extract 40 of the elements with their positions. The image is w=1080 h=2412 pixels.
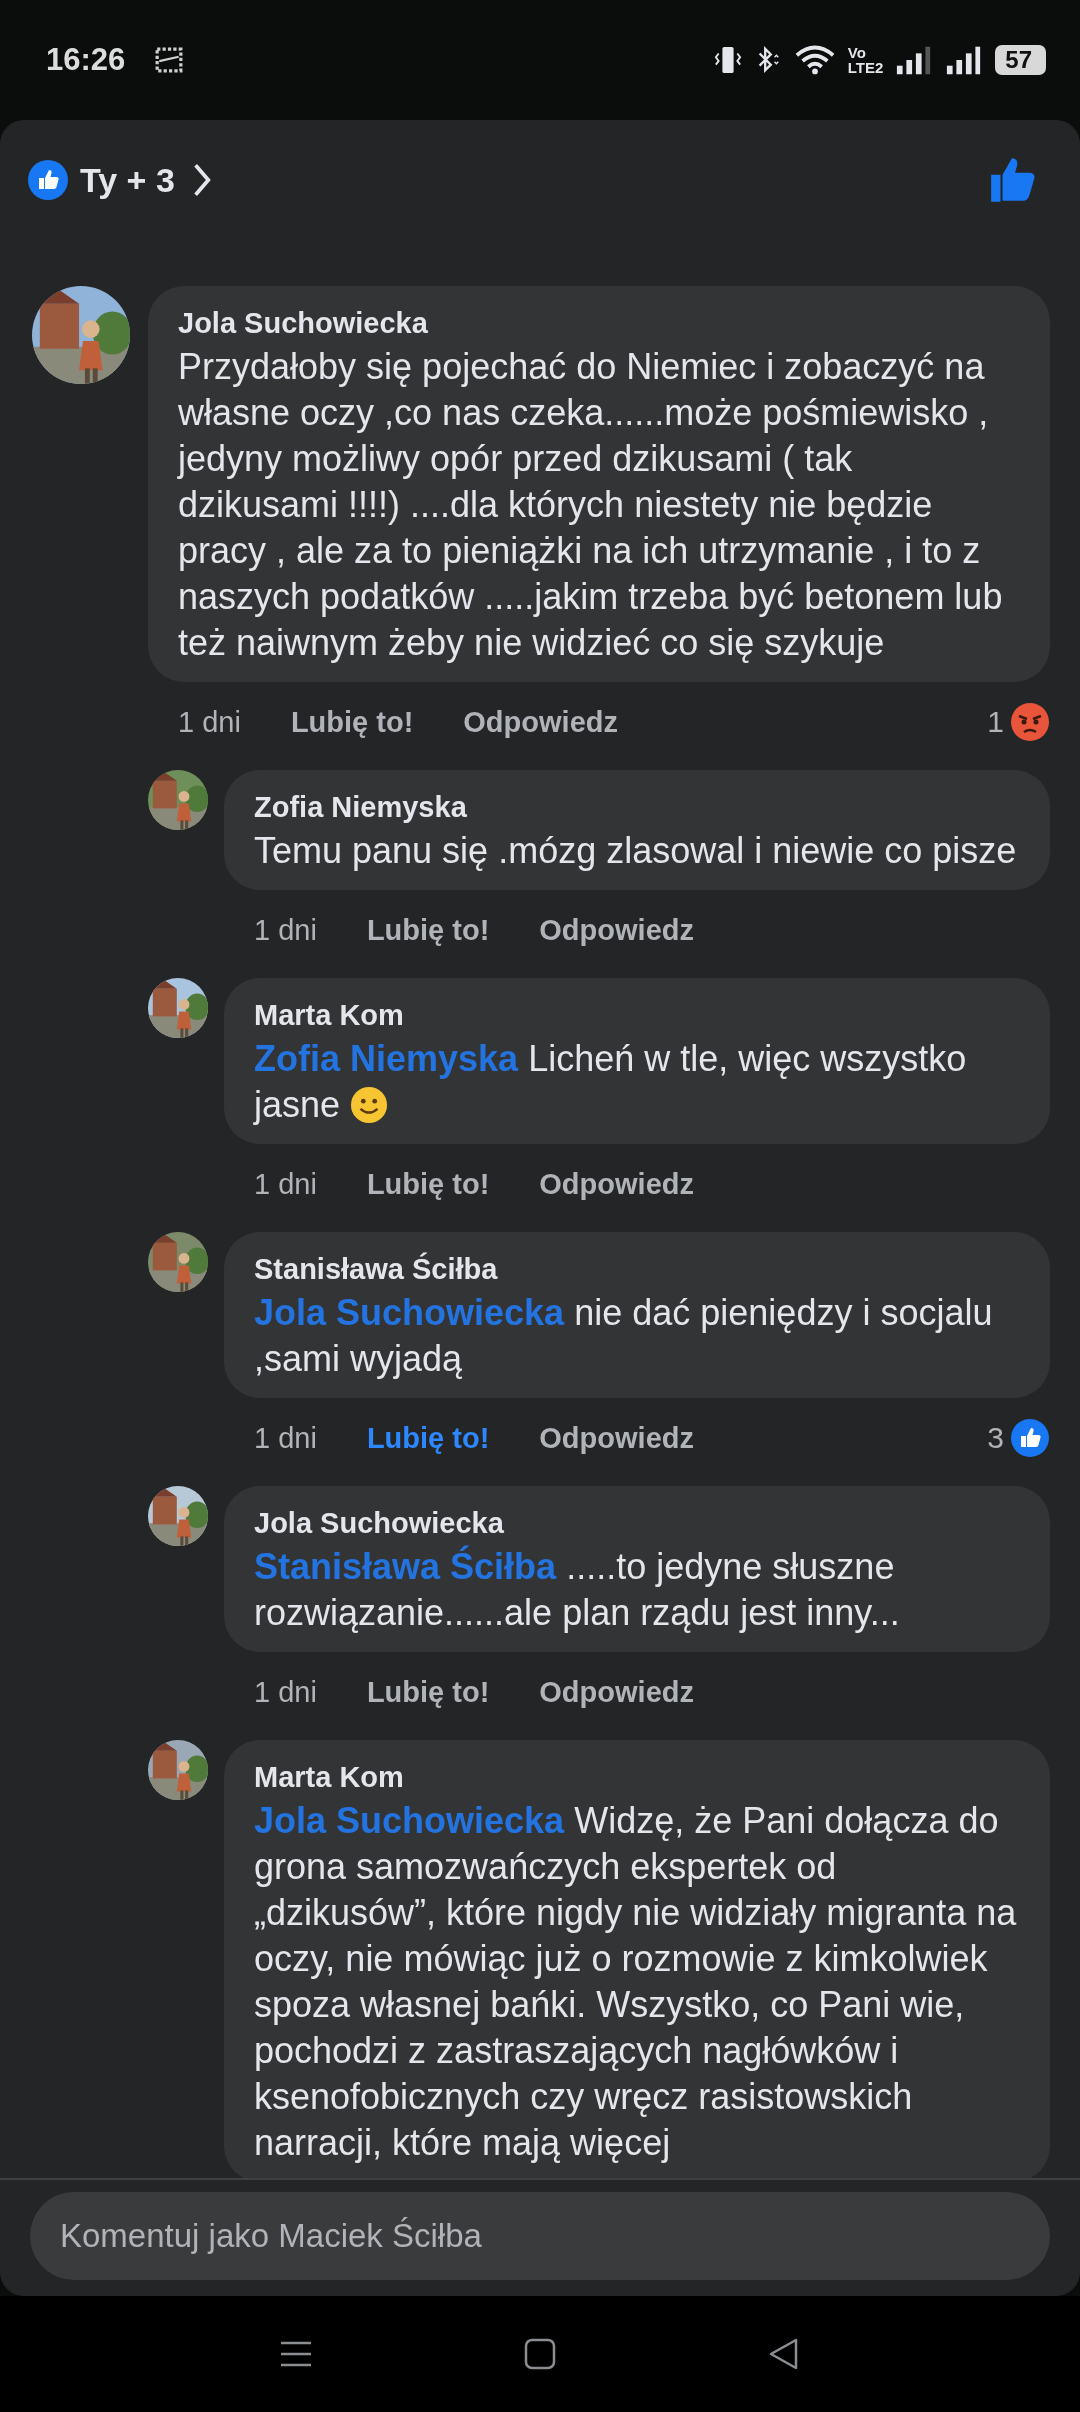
author-name[interactable]: Jola Suchowiecka [178,302,1022,344]
comment-text: Temu panu się .mózg zlasowal i niewie co pisze [254,829,1018,873]
reaction-count[interactable]: 1 [987,705,1004,739]
like-link[interactable]: Lubię to! [366,1675,490,1709]
reply-link[interactable]: Odpowiedz [539,1675,694,1709]
like-link[interactable]: Lubię to! [366,1421,490,1455]
status-time: 16:26 [46,42,126,78]
lte-label: LTE2 [847,60,884,75]
reply-link[interactable]: Odpowiedz [539,913,694,947]
author-name[interactable]: Marta Kom [254,1756,1022,1798]
comment-text: Zofia Niemyska Licheń w tle, więc wszystko jasne [254,1037,968,1127]
author-name[interactable]: Zofia Niemyska [254,786,1022,828]
like-icon[interactable] [1010,1418,1050,1458]
comment-time: 1 dni [178,705,241,739]
angry-emoji-icon[interactable] [1010,702,1050,742]
battery-indicator: 57 [995,45,1046,75]
author-name[interactable]: Jola Suchowiecka [254,1502,1022,1544]
reply-link[interactable]: Odpowiedz [539,1167,694,1201]
author-name[interactable]: Marta Kom [254,994,1022,1036]
comment-input[interactable]: Komentuj jako Maciek Ściłba [30,2192,1050,2280]
like-link[interactable]: Lubię to! [290,705,414,739]
comment-time: 1 dni [254,1675,317,1709]
like-link[interactable]: Lubię to! [366,1167,490,1201]
home-icon[interactable] [523,2337,557,2371]
comment-text: Przydałoby się pojechać do Niemiec i zobaczyć na własne oczy ,co nas czeka......może pośmiewisko , jedyny możliwy opór przed dzikusami ( tak dzikusami !!!!) ....dla których niestety nie będzie pracy , ale za to pieniążki na ich utrzymanie , i to z naszych podatków .....jakim trzeba być betonem lub też naiwnym żeby nie widzieć co się szykuje [178,345,1004,665]
comment-time: 1 dni [254,1167,317,1201]
author-name[interactable]: Stanisława Ściłba [254,1248,1022,1290]
like-link[interactable]: Lubię to! [366,913,490,947]
comment-text: Jola Suchowiecka nie dać pieniędzy i socjalu ,sami wyjadą [254,1291,994,1381]
comment-time: 1 dni [254,1421,317,1455]
comment-text: Jola Suchowiecka Widzę, że Pani dołącza do grona samozwańczych ekspertek od „dzikusów”, które nigdy nie widziały migranta na oczy, nie mówiąc już o rozmowie z kimkolwiek spoza własnej bańki. Wszystko, co Pani wie, pochodzi z zastraszających nagłówków i ksenofobicznych czy wręcz rasistowskich narracji, które mają więcej [254,1799,1018,2165]
reactions-summary[interactable]: Ty + 3 [80,160,175,200]
reaction-count[interactable]: 3 [987,1421,1004,1455]
comment-time: 1 dni [254,913,317,947]
reply-link[interactable]: Odpowiedz [539,1421,694,1455]
reply-link[interactable]: Odpowiedz [463,705,618,739]
comment-text: Stanisława Ściłba .....to jedyne słuszne rozwiązanie......ale plan rządu jest inny... [254,1544,901,1635]
wifi-icon [793,43,836,77]
like-icon [28,160,68,200]
volte-label: Vo [847,45,867,60]
